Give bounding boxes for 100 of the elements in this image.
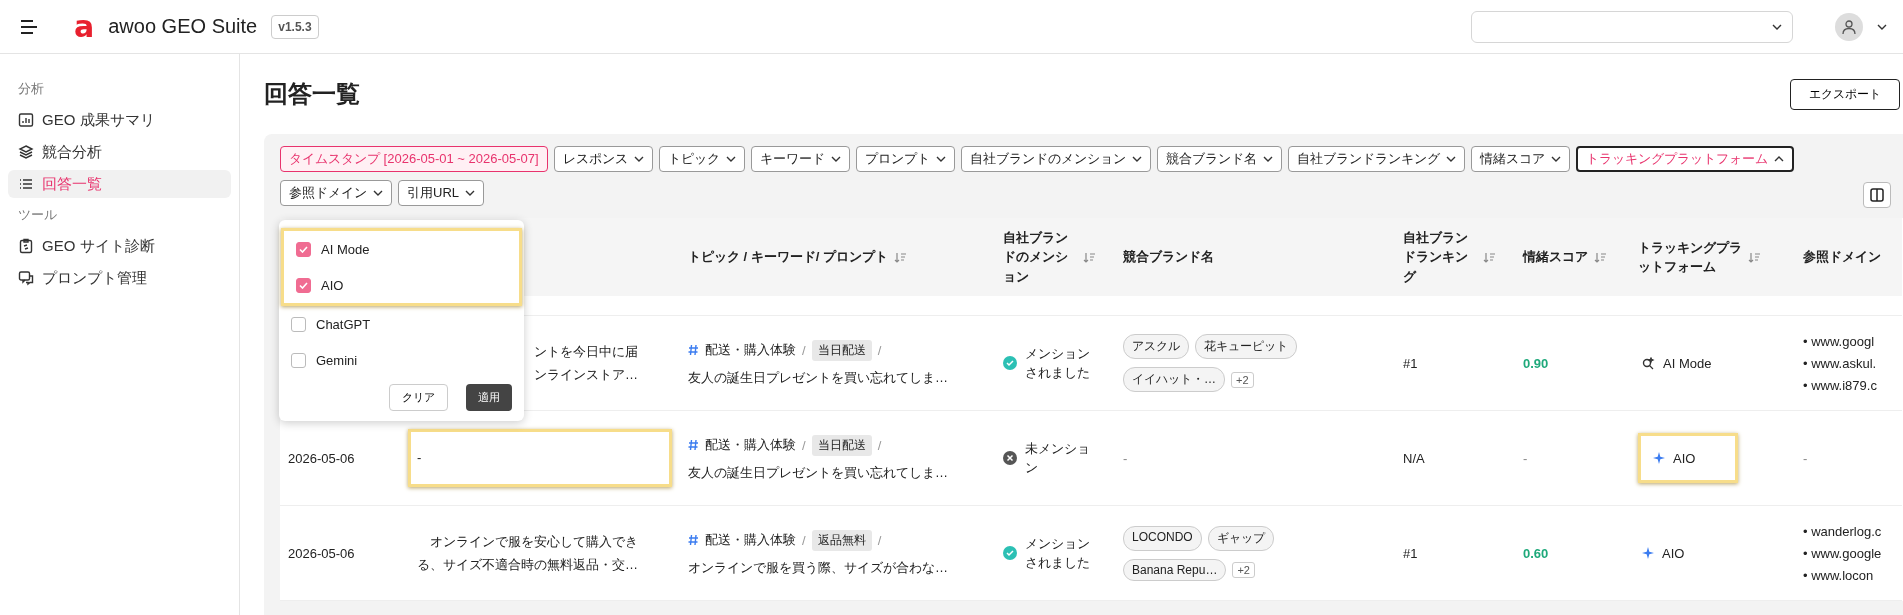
sort-icon[interactable] bbox=[1483, 251, 1496, 263]
prompt-text: オンラインで服を買う際、サイズが合わな… bbox=[688, 558, 948, 577]
chevron-down-icon bbox=[725, 156, 736, 162]
columns-button[interactable] bbox=[1863, 182, 1891, 208]
filter-chip[interactable]: 引用URL bbox=[398, 180, 484, 206]
menu-icon[interactable] bbox=[20, 19, 38, 34]
brand-pill: LOCONDO bbox=[1123, 525, 1202, 551]
sidebar-item[interactable]: GEO 成果サマリ bbox=[8, 106, 231, 134]
mention-status: メンションされました bbox=[1025, 344, 1091, 382]
keyword-tag: 当日配送 bbox=[811, 434, 872, 456]
hashtag-icon bbox=[688, 534, 699, 546]
prompt-text: 友人の誕生日プレゼントを買い忘れてしま… bbox=[688, 463, 948, 482]
chevron-down-icon bbox=[1131, 156, 1142, 162]
domain-text: • wanderlog.c bbox=[1803, 522, 1882, 540]
checkbox-option[interactable]: AIO bbox=[284, 267, 519, 303]
ranking-text: N/A bbox=[1403, 450, 1425, 466]
column-header: トピック / キーワード/ プロンプト bbox=[688, 248, 889, 267]
option-label: Gemini bbox=[316, 352, 358, 368]
domain-text: • www.askul. bbox=[1803, 354, 1877, 372]
brand-pill: Banana Repu… bbox=[1123, 558, 1227, 581]
response-text: - bbox=[408, 429, 672, 487]
filter-chip[interactable]: 自社ブランドのメンション bbox=[960, 146, 1151, 172]
filter-chip[interactable]: タイムスタンプ [2026-05-01 ~ 2026-05-07] bbox=[280, 146, 548, 172]
hashtag-icon bbox=[688, 344, 699, 356]
column-header: 情緒スコア bbox=[1523, 248, 1588, 267]
chevron-down-icon bbox=[1445, 156, 1456, 162]
filter-chip[interactable]: トラッキングプラットフォーム bbox=[1575, 146, 1794, 172]
user-avatar[interactable] bbox=[1835, 12, 1863, 41]
filter-chip[interactable]: 自社ブランドランキング bbox=[1287, 146, 1465, 172]
sidebar-item[interactable]: GEO サイト診断 bbox=[8, 232, 231, 260]
chevron-down-icon bbox=[633, 156, 644, 162]
mention-status: 未メンション bbox=[1025, 439, 1091, 477]
prompt-text: 友人の誕生日プレゼントを買い忘れてしま… bbox=[688, 368, 948, 387]
sort-icon[interactable] bbox=[1594, 251, 1607, 263]
check-icon bbox=[299, 281, 308, 289]
sidebar-item[interactable]: 競合分析 bbox=[8, 138, 231, 166]
chevron-down-icon bbox=[1772, 23, 1782, 30]
separator-text: / bbox=[877, 532, 882, 548]
mention-status: メンションされました bbox=[1025, 534, 1091, 572]
response-text: オンラインで服を安心して購入でき る、サイズ不適合時の無料返品・交… bbox=[416, 532, 639, 574]
checkbox-option[interactable]: ChatGPT bbox=[279, 306, 524, 342]
topic-text: 配送・購入体験 bbox=[705, 341, 796, 359]
date-text: 2026-05-06 bbox=[288, 450, 355, 466]
checkbox[interactable] bbox=[296, 277, 311, 293]
checkbox[interactable] bbox=[291, 352, 306, 368]
sidebar-item[interactable]: 回答一覧 bbox=[8, 170, 231, 198]
domain-text: • www.googl bbox=[1803, 332, 1875, 350]
logo[interactable]: a bbox=[74, 11, 95, 42]
bar-chart-icon bbox=[18, 112, 34, 128]
separator-text: / bbox=[802, 532, 806, 548]
sparkle-icon bbox=[1653, 452, 1665, 464]
empty-text: - bbox=[1803, 450, 1808, 466]
column-header: トラッキングプラットフォーム bbox=[1638, 238, 1742, 276]
brand-pill: 花キューピット bbox=[1195, 334, 1297, 359]
keyword-tag: 返品無料 bbox=[811, 529, 872, 551]
checkbox[interactable] bbox=[291, 316, 306, 332]
domain-text: • www.locon bbox=[1803, 566, 1874, 584]
filter-chip[interactable]: 競合ブランド名 bbox=[1156, 146, 1282, 172]
separator-text: / bbox=[802, 437, 806, 453]
filter-chip[interactable]: トピック bbox=[658, 146, 745, 172]
column-header: 競合ブランド名 bbox=[1123, 248, 1214, 267]
filter-chip[interactable]: キーワード bbox=[750, 146, 850, 172]
column-header: 自社ブランドのメンション bbox=[1003, 228, 1069, 286]
check-circle-icon bbox=[1003, 546, 1017, 560]
sort-icon[interactable] bbox=[894, 251, 908, 263]
chevron-down-icon bbox=[1877, 23, 1887, 30]
sidebar-item[interactable]: プロンプト管理 bbox=[8, 264, 231, 292]
page-title: 回答一覧 bbox=[264, 79, 360, 109]
sort-icon[interactable] bbox=[1748, 251, 1761, 263]
ranking-text: #1 bbox=[1403, 355, 1418, 371]
filter-chip[interactable]: レスポンス bbox=[553, 146, 653, 172]
chevron-up-icon bbox=[1773, 156, 1784, 162]
filter-chip[interactable]: プロンプト bbox=[855, 146, 955, 172]
checkbox-option[interactable]: Gemini bbox=[279, 342, 524, 378]
brand-pill: ギャップ bbox=[1207, 525, 1274, 551]
topic-text: 配送・購入体験 bbox=[705, 436, 796, 454]
response-text: ントを今日中に届 ンラインストア… bbox=[533, 342, 639, 384]
checkbox-option[interactable]: AI Mode bbox=[284, 231, 519, 267]
columns-icon bbox=[1870, 188, 1884, 202]
score-text: 0.90 bbox=[1523, 355, 1549, 371]
score-text: 0.60 bbox=[1523, 545, 1549, 561]
chat-icon bbox=[18, 270, 34, 286]
clipboard-icon bbox=[18, 238, 34, 254]
export-button[interactable]: エクスポート bbox=[1790, 78, 1900, 110]
sparkle-icon bbox=[1642, 547, 1654, 559]
clear-button[interactable]: クリア bbox=[389, 384, 448, 411]
topic-text: 配送・購入体験 bbox=[705, 531, 796, 549]
check-icon bbox=[299, 245, 308, 253]
platform-label: AIO bbox=[1638, 545, 1689, 561]
apply-button[interactable]: 適用 bbox=[466, 384, 512, 411]
version-badge: v1.5.3 bbox=[271, 14, 319, 39]
search-sparkle-icon bbox=[1642, 356, 1655, 370]
filter-chip[interactable]: 情緒スコア bbox=[1470, 146, 1570, 172]
more-count: +2 bbox=[1232, 561, 1255, 578]
checkbox[interactable] bbox=[296, 241, 311, 257]
date-text: 2026-05-06 bbox=[288, 545, 355, 561]
score-text: - bbox=[1523, 450, 1528, 466]
filter-chip[interactable]: 参照ドメイン bbox=[280, 180, 392, 206]
sort-icon[interactable] bbox=[1083, 251, 1096, 263]
brand-pill: イイハット・… bbox=[1123, 367, 1225, 392]
